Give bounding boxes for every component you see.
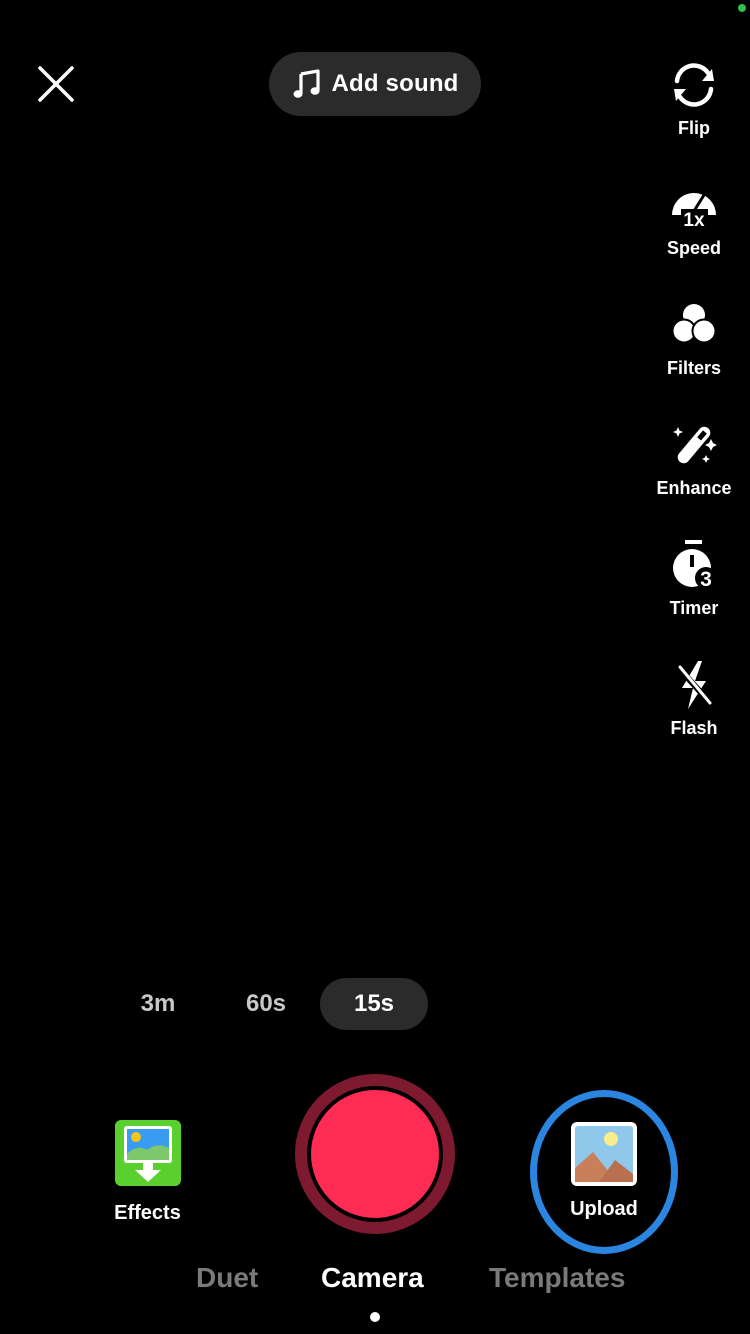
tab-camera[interactable]: Camera [321,1262,424,1294]
flip-button[interactable]: Flip [643,58,745,178]
effects-image-download-icon [114,1120,181,1186]
filters-button[interactable]: Filters [643,298,745,418]
side-toolbar: Flip 1x Speed Filters Enhance 3 Timer Fl… [643,58,745,778]
close-icon [38,66,74,102]
upload-label: Upload [570,1198,638,1220]
add-sound-label: Add sound [331,70,459,97]
flash-off-icon [675,661,715,709]
tab-templates[interactable]: Templates [489,1262,625,1294]
add-sound-button[interactable]: Add sound [269,52,481,116]
enhance-label: Enhance [656,478,732,498]
camera-active-indicator [738,4,746,12]
timer-value: 3 [700,568,712,591]
upload-button[interactable]: Upload [530,1090,678,1254]
effects-button[interactable]: Effects [100,1120,195,1225]
record-button[interactable] [295,1074,455,1234]
speed-gauge-icon: 1x [672,193,716,231]
duration-option-3m[interactable]: 3m [104,978,212,1030]
duration-selector: 3m 60s 15s [104,978,428,1030]
duration-option-60s[interactable]: 60s [212,978,320,1030]
filters-label: Filters [666,358,722,378]
timer-icon: 3 [673,540,717,591]
flash-button[interactable]: Flash [643,658,745,778]
music-note-icon [293,69,321,98]
magic-wand-icon [673,426,717,464]
timer-label: Timer [669,598,719,618]
tab-duet[interactable]: Duet [196,1262,258,1294]
enhance-button[interactable]: Enhance [643,418,745,538]
effects-label: Effects [114,1202,181,1224]
mode-tabs: Duet Camera Templates [0,1262,750,1302]
gallery-image-icon [571,1122,637,1186]
flip-label: Flip [678,118,710,138]
speed-label: Speed [666,238,722,258]
duration-option-15s[interactable]: 15s [320,978,428,1030]
flash-label: Flash [670,718,718,738]
speed-button[interactable]: 1x Speed [643,178,745,298]
flip-camera-icon [674,63,714,107]
record-button-core [311,1090,439,1218]
active-tab-indicator [370,1312,380,1322]
filters-icon [671,304,717,344]
close-button[interactable] [34,62,78,106]
speed-value: 1x [683,210,705,231]
timer-button[interactable]: 3 Timer [643,538,745,658]
